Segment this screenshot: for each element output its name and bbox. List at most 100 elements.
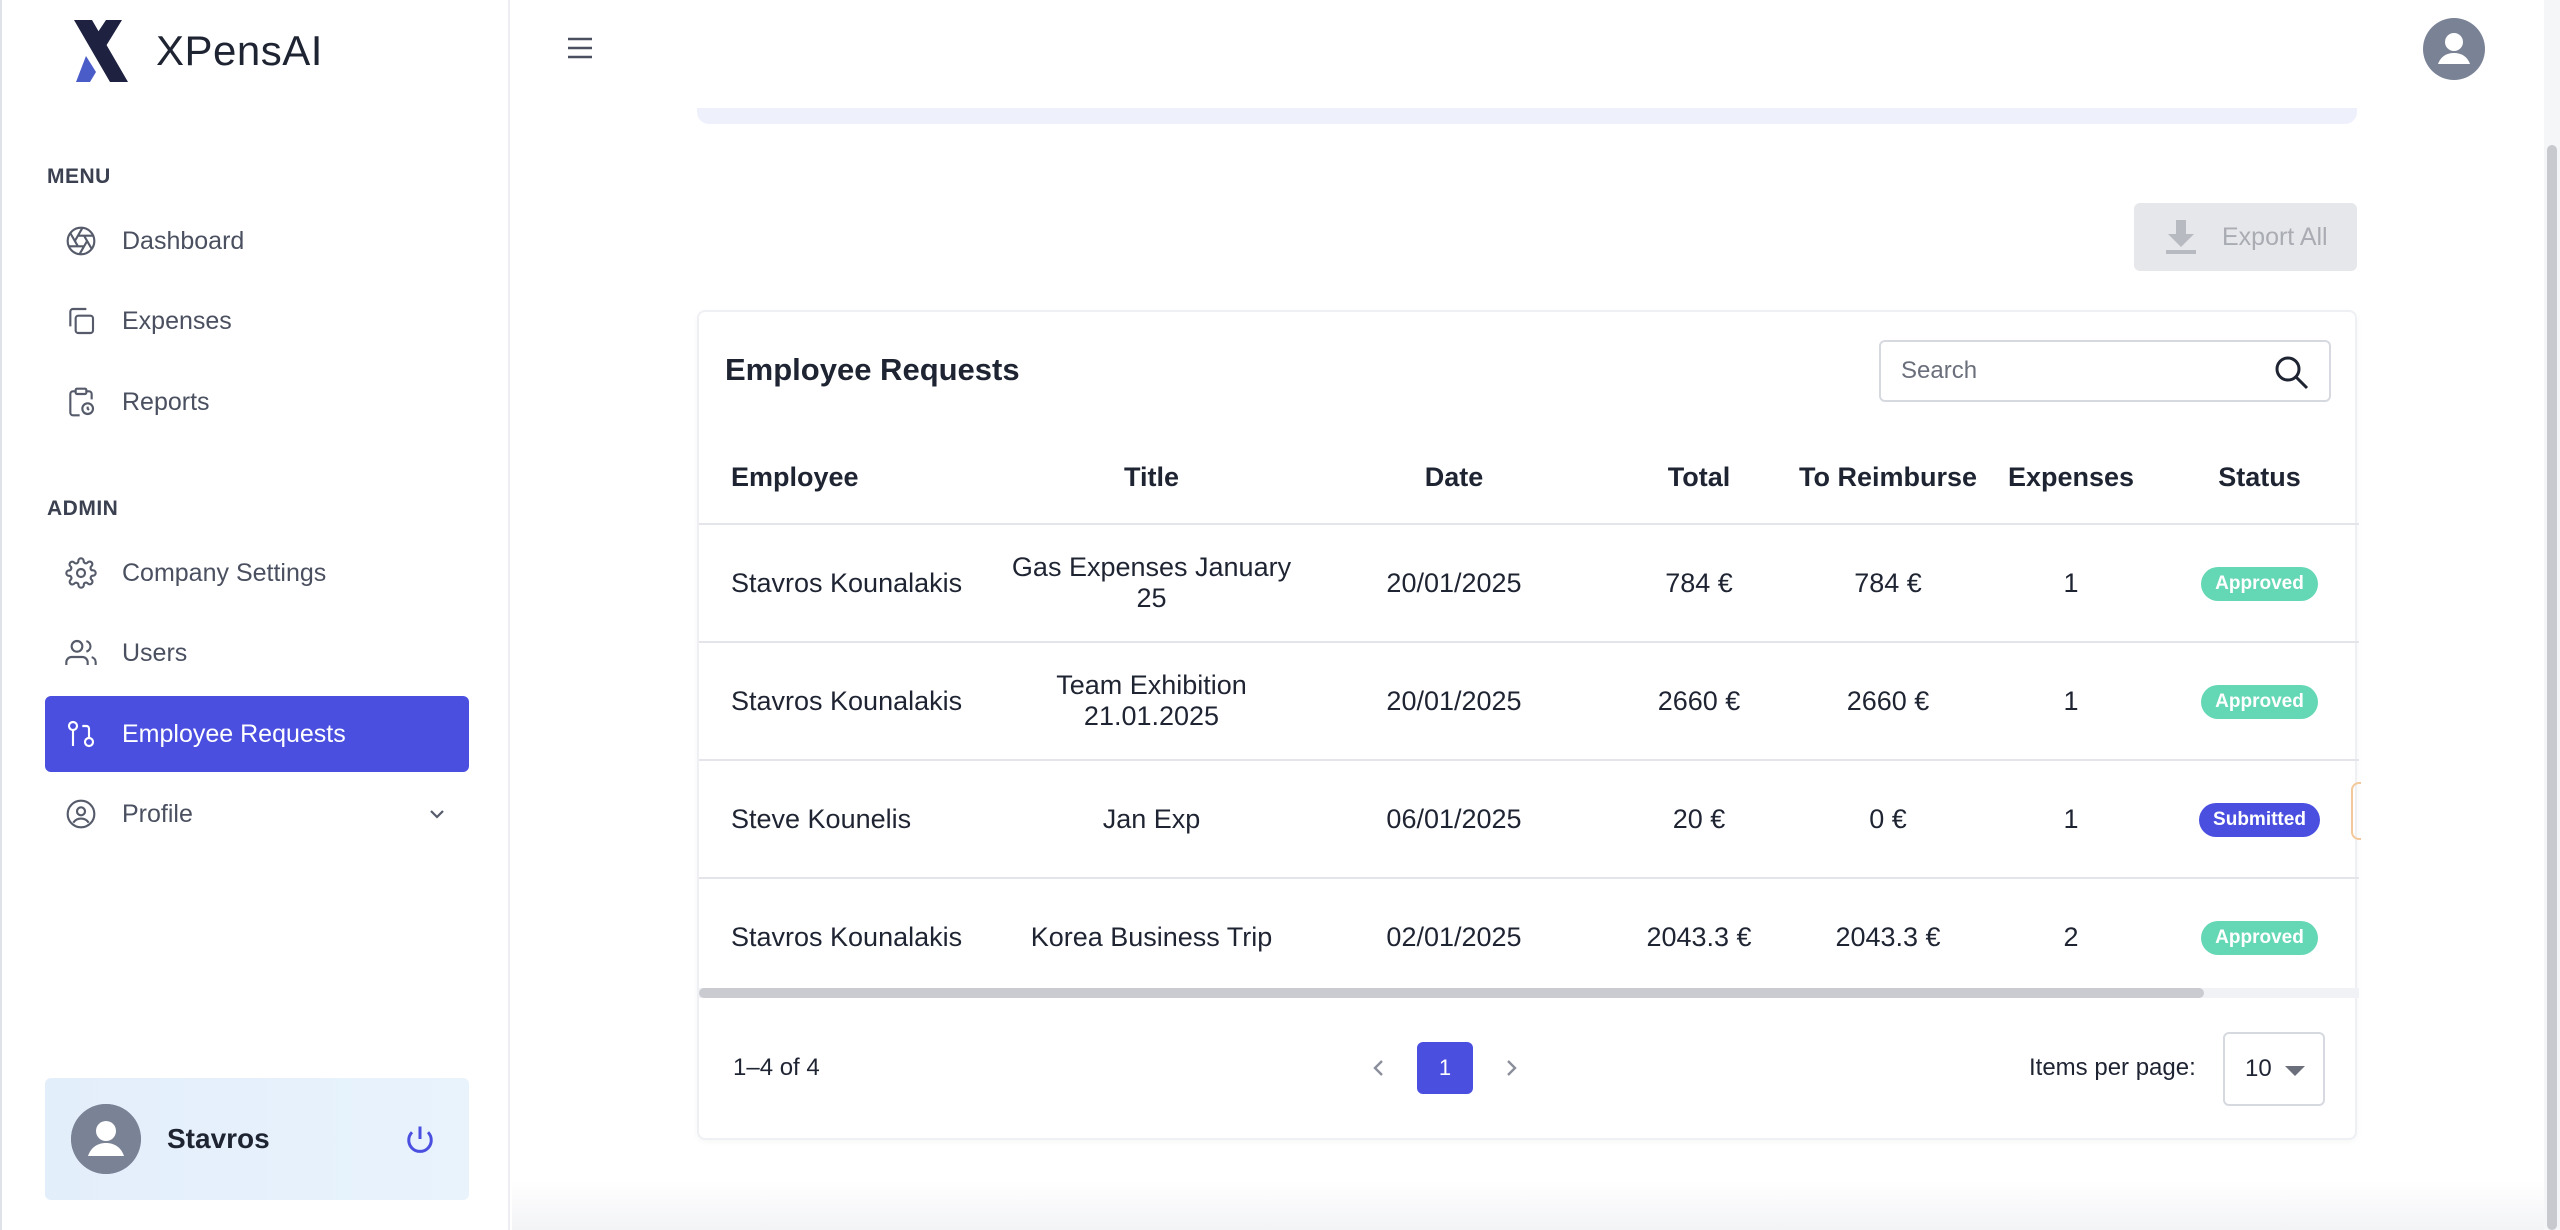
cell-reimburse: 2660 € xyxy=(1794,642,1982,761)
export-all-label: Export All xyxy=(2222,222,2328,251)
cell-status: Approved xyxy=(2160,878,2359,997)
status-badge: Submitted xyxy=(2199,803,2320,837)
aperture-icon xyxy=(63,223,99,259)
cell-expenses: 1 xyxy=(1982,760,2160,879)
column-header-expenses[interactable]: Expenses xyxy=(1982,432,2160,525)
horizontal-scrollbar-thumb[interactable] xyxy=(699,988,2204,998)
clipboard-clock-icon xyxy=(63,384,99,420)
cell-expenses: 2 xyxy=(1982,878,2160,997)
sidebar: XPensAI MENU Dashboard Expenses Reports … xyxy=(0,0,510,1230)
table-row[interactable]: Stavros Kounalakis Korea Business Trip 0… xyxy=(699,878,2359,997)
sidebar-item-profile[interactable]: Profile xyxy=(45,776,469,852)
cell-title: Korea Business Trip xyxy=(999,878,1304,997)
page-vertical-scrollbar[interactable] xyxy=(2544,0,2560,1230)
cell-date: 20/01/2025 xyxy=(1304,642,1604,761)
sidebar-item-reports[interactable]: Reports xyxy=(45,364,469,440)
sidebar-item-expenses[interactable]: Expenses xyxy=(45,283,469,359)
sidebar-item-label: Employee Requests xyxy=(122,719,346,748)
cell-expenses: 1 xyxy=(1982,642,2160,761)
column-header-date[interactable]: Date xyxy=(1304,432,1604,525)
cell-employee: Stavros Kounalakis xyxy=(699,878,999,997)
search-field[interactable] xyxy=(1879,340,2331,402)
sidebar-item-label: Profile xyxy=(122,799,193,828)
requests-table: Employee Title Date Total To Reimburse E… xyxy=(699,432,2359,997)
cell-date: 20/01/2025 xyxy=(1304,524,1604,643)
user-circle-icon xyxy=(63,796,99,832)
sidebar-item-label: Users xyxy=(122,638,188,667)
table-row[interactable]: Stavros Kounalakis Gas Expenses January … xyxy=(699,524,2359,643)
cell-title: Gas Expenses January 25 xyxy=(999,524,1304,643)
app-root: XPensAI MENU Dashboard Expenses Reports … xyxy=(0,0,2560,1230)
cell-date: 06/01/2025 xyxy=(1304,760,1604,879)
pagination-controls: 1 xyxy=(1359,1042,1531,1094)
column-header-total[interactable]: Total xyxy=(1604,432,1794,525)
sidebar-item-label: Dashboard xyxy=(122,226,245,255)
cell-date: 02/01/2025 xyxy=(1304,878,1604,997)
cell-total: 784 € xyxy=(1604,524,1794,643)
table-row[interactable]: Stavros Kounalakis Team Exhibition 21.01… xyxy=(699,642,2359,761)
sidebar-item-dashboard[interactable]: Dashboard xyxy=(45,203,469,279)
cell-expenses: 1 xyxy=(1982,524,2160,643)
table-horizontal-scrollbar[interactable] xyxy=(699,988,2359,998)
table-row[interactable]: Steve Kounelis Jan Exp 06/01/2025 20 € 0… xyxy=(699,760,2359,879)
cell-title: Jan Exp xyxy=(999,760,1304,879)
user-avatar-icon[interactable] xyxy=(71,1104,141,1174)
admin-section-label: ADMIN xyxy=(47,497,119,520)
table-header-row: Employee Title Date Total To Reimburse E… xyxy=(699,432,2359,525)
user-name: Stavros xyxy=(167,1123,270,1154)
cell-status: Submitted xyxy=(2160,760,2359,879)
download-icon xyxy=(2166,220,2196,254)
cell-total: 20 € xyxy=(1604,760,1794,879)
cell-reimburse: 2043.3 € xyxy=(1794,878,1982,997)
cell-total: 2043.3 € xyxy=(1604,878,1794,997)
header-avatar-icon[interactable] xyxy=(2423,18,2485,80)
chevron-left-icon[interactable] xyxy=(1359,1042,1399,1094)
cell-reimburse: 0 € xyxy=(1794,760,1982,879)
sidebar-item-label: Expenses xyxy=(122,306,232,335)
export-all-button[interactable]: Export All xyxy=(2134,203,2357,271)
cell-title: Team Exhibition 21.01.2025 xyxy=(999,642,1304,761)
cell-employee: Steve Kounelis xyxy=(699,760,999,879)
card-title: Employee Requests xyxy=(725,352,1020,387)
xpensai-logo-icon xyxy=(74,20,128,82)
cell-employee: Stavros Kounalakis xyxy=(699,642,999,761)
caret-down-icon xyxy=(2285,1066,2305,1076)
top-banner-edge xyxy=(697,108,2357,124)
user-card: Stavros xyxy=(45,1078,469,1200)
column-header-title[interactable]: Title xyxy=(999,432,1304,525)
row-action-button-partial[interactable] xyxy=(2351,782,2361,840)
items-per-page-value: 10 xyxy=(2245,1055,2272,1082)
users-icon xyxy=(63,635,99,671)
pagination-range: 1–4 of 4 xyxy=(733,1054,820,1081)
hamburger-menu-icon[interactable] xyxy=(564,34,596,62)
cell-status: Approved xyxy=(2160,642,2359,761)
items-per-page-select[interactable]: 10 xyxy=(2223,1032,2325,1106)
vertical-scrollbar-thumb[interactable] xyxy=(2547,145,2557,1230)
app-name: XPensAI xyxy=(156,27,323,74)
search-icon[interactable] xyxy=(2273,354,2311,392)
bottom-fade xyxy=(512,1180,2544,1230)
app-logo[interactable]: XPensAI xyxy=(66,16,323,86)
employee-requests-card: Employee Requests Employee Title Date To… xyxy=(697,310,2361,1140)
menu-section-label: MENU xyxy=(47,165,111,188)
search-input[interactable] xyxy=(1901,357,2261,385)
page-button-current[interactable]: 1 xyxy=(1417,1042,1473,1094)
sidebar-item-company-settings[interactable]: Company Settings xyxy=(45,535,469,611)
sidebar-item-users[interactable]: Users xyxy=(45,615,469,691)
cell-status: Approved xyxy=(2160,524,2359,643)
git-pull-request-icon xyxy=(63,716,99,752)
sidebar-item-employee-requests[interactable]: Employee Requests xyxy=(45,696,469,772)
logout-power-icon[interactable] xyxy=(405,1124,435,1154)
sidebar-item-label: Company Settings xyxy=(122,558,327,587)
items-per-page-label: Items per page: xyxy=(2029,1054,2196,1081)
column-header-to-reimburse[interactable]: To Reimburse xyxy=(1794,432,1982,525)
column-header-employee[interactable]: Employee xyxy=(699,432,999,525)
chevron-down-icon[interactable] xyxy=(425,802,449,826)
cell-employee: Stavros Kounalakis xyxy=(699,524,999,643)
chevron-right-icon[interactable] xyxy=(1491,1042,1531,1094)
cell-total: 2660 € xyxy=(1604,642,1794,761)
column-header-status[interactable]: Status xyxy=(2160,432,2359,525)
status-badge: Approved xyxy=(2201,921,2318,955)
status-badge: Approved xyxy=(2201,567,2318,601)
cell-reimburse: 784 € xyxy=(1794,524,1982,643)
